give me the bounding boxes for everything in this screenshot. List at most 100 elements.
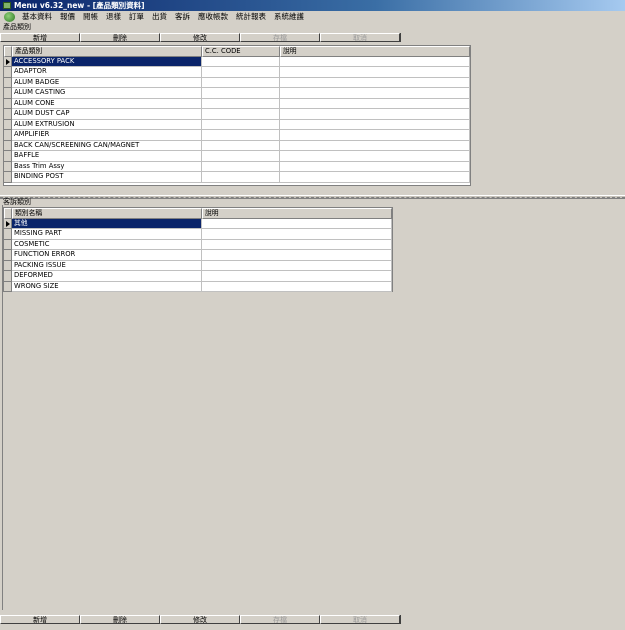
- table-cell[interactable]: 其他: [12, 218, 202, 229]
- table-cell[interactable]: BINDING POST: [12, 172, 202, 183]
- row-indicator[interactable]: [4, 151, 12, 162]
- table-cell[interactable]: [280, 88, 470, 99]
- table-cell[interactable]: FUNCTION ERROR: [12, 250, 202, 261]
- column-header-type-name[interactable]: 類別名稱: [12, 208, 202, 219]
- table-cell[interactable]: [202, 98, 280, 109]
- column-header-cc-code[interactable]: C.C. CODE: [202, 46, 280, 57]
- table-cell[interactable]: ADAPTOR: [12, 67, 202, 78]
- row-indicator[interactable]: [4, 161, 12, 172]
- table-cell[interactable]: [202, 229, 392, 240]
- table-cell[interactable]: [280, 172, 470, 183]
- row-indicator[interactable]: [4, 218, 12, 229]
- menu-return-sample[interactable]: 退樣: [102, 11, 125, 23]
- table-cell[interactable]: [202, 56, 280, 67]
- table-cell[interactable]: [202, 77, 280, 88]
- column-header-description[interactable]: 說明: [280, 46, 470, 57]
- table-cell[interactable]: [202, 119, 280, 130]
- table-cell[interactable]: [202, 239, 392, 250]
- menu-complaint[interactable]: 客訴: [171, 11, 194, 23]
- table-cell[interactable]: MISSING PART: [12, 229, 202, 240]
- table-row[interactable]: ALUM CONE: [4, 98, 470, 109]
- table-row[interactable]: BINDING POST: [4, 172, 470, 183]
- table-row[interactable]: ALUM DUST CAP: [4, 109, 470, 120]
- delete-button[interactable]: 刪除: [80, 33, 160, 42]
- table-cell[interactable]: [202, 151, 280, 162]
- table-cell[interactable]: [280, 140, 470, 151]
- table-row[interactable]: 其他: [4, 218, 392, 229]
- table-cell[interactable]: [280, 77, 470, 88]
- table-cell[interactable]: WRONG SIZE: [12, 281, 202, 292]
- add-button[interactable]: 新增: [0, 615, 80, 624]
- save-button[interactable]: 存檔: [240, 33, 320, 42]
- table-cell[interactable]: [280, 56, 470, 67]
- table-row[interactable]: PACKING ISSUE: [4, 260, 392, 271]
- table-row[interactable]: FUNCTION ERROR: [4, 250, 392, 261]
- row-indicator[interactable]: [4, 130, 12, 141]
- table-cell[interactable]: [280, 98, 470, 109]
- table-cell[interactable]: [202, 130, 280, 141]
- table-row[interactable]: AMPLIFIER: [4, 130, 470, 141]
- row-indicator[interactable]: [4, 172, 12, 183]
- column-header-category[interactable]: 產品類別: [12, 46, 202, 57]
- table-cell[interactable]: [202, 67, 280, 78]
- row-indicator[interactable]: [4, 281, 12, 292]
- table-cell[interactable]: ALUM CASTING: [12, 88, 202, 99]
- table-cell[interactable]: DEFORMED: [12, 271, 202, 282]
- cancel-button[interactable]: 取消: [320, 615, 400, 624]
- cancel-button[interactable]: 取消: [320, 33, 400, 42]
- table-cell[interactable]: [202, 250, 392, 261]
- table-cell[interactable]: [202, 140, 280, 151]
- table-cell[interactable]: Bass Trim Assy: [12, 161, 202, 172]
- table-cell[interactable]: [202, 172, 280, 183]
- row-indicator[interactable]: [4, 98, 12, 109]
- table-cell[interactable]: [202, 271, 392, 282]
- table-row[interactable]: WRONG SIZE: [4, 281, 392, 292]
- table-cell[interactable]: COSMETIC: [12, 239, 202, 250]
- row-indicator[interactable]: [4, 67, 12, 78]
- table-row[interactable]: BAFFLE: [4, 151, 470, 162]
- table-row[interactable]: ALUM EXTRUSION: [4, 119, 470, 130]
- table-cell[interactable]: [202, 281, 392, 292]
- table-cell[interactable]: ALUM BADGE: [12, 77, 202, 88]
- menu-order[interactable]: 訂單: [125, 11, 148, 23]
- table-row[interactable]: ALUM BADGE: [4, 77, 470, 88]
- table-row[interactable]: MISSING PART: [4, 229, 392, 240]
- table-cell[interactable]: [202, 88, 280, 99]
- table-row[interactable]: COSMETIC: [4, 239, 392, 250]
- row-indicator[interactable]: [4, 140, 12, 151]
- table-row[interactable]: Bass Trim Assy: [4, 161, 470, 172]
- delete-button[interactable]: 刪除: [80, 615, 160, 624]
- row-indicator[interactable]: [4, 77, 12, 88]
- table-cell[interactable]: PACKING ISSUE: [12, 260, 202, 271]
- table-cell[interactable]: [280, 151, 470, 162]
- menu-reports[interactable]: 統計報表: [232, 11, 270, 23]
- add-button[interactable]: 新增: [0, 33, 80, 42]
- row-indicator[interactable]: [4, 109, 12, 120]
- table-cell[interactable]: [280, 67, 470, 78]
- table-cell[interactable]: [202, 109, 280, 120]
- table-cell[interactable]: ALUM EXTRUSION: [12, 119, 202, 130]
- row-indicator[interactable]: [4, 119, 12, 130]
- table-cell[interactable]: AMPLIFIER: [12, 130, 202, 141]
- app-menu-icon[interactable]: [4, 12, 15, 22]
- row-indicator[interactable]: [4, 56, 12, 67]
- table-cell[interactable]: [202, 260, 392, 271]
- menu-quotation[interactable]: 報價: [56, 11, 79, 23]
- table-cell[interactable]: [280, 109, 470, 120]
- row-indicator[interactable]: [4, 88, 12, 99]
- menu-account[interactable]: 閱帳: [79, 11, 102, 23]
- column-header-description[interactable]: 說明: [202, 208, 392, 219]
- table-cell[interactable]: [280, 130, 470, 141]
- table-cell[interactable]: ACCESSORY PACK: [12, 56, 202, 67]
- row-indicator[interactable]: [4, 250, 12, 261]
- table-row[interactable]: ALUM CASTING: [4, 88, 470, 99]
- table-row[interactable]: ACCESSORY PACK: [4, 56, 470, 67]
- row-indicator[interactable]: [4, 271, 12, 282]
- row-indicator[interactable]: [4, 239, 12, 250]
- table-cell[interactable]: [280, 161, 470, 172]
- table-row[interactable]: DEFORMED: [4, 271, 392, 282]
- table-row[interactable]: BACK CAN/SCREENING CAN/MAGNET: [4, 140, 470, 151]
- edit-button[interactable]: 修改: [160, 33, 240, 42]
- table-cell[interactable]: [202, 218, 392, 229]
- table-row[interactable]: ADAPTOR: [4, 67, 470, 78]
